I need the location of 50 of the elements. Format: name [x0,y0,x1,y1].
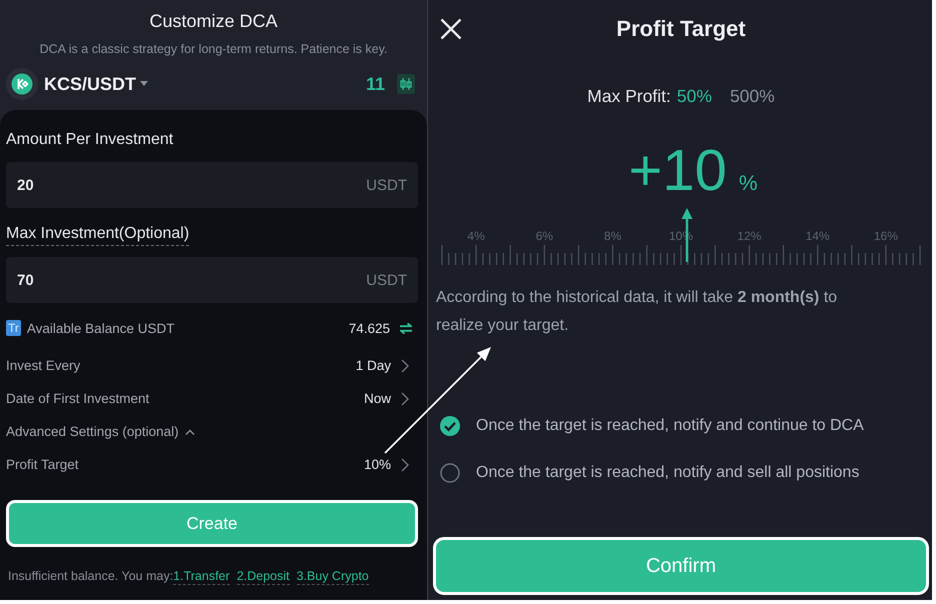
option-label[interactable]: Once the target is reached, notify and continue to DCA [476,417,864,435]
ruler-label: 6% [534,228,554,244]
ruler-label: 4% [466,228,486,244]
max-profit-option[interactable]: 500% [730,84,775,108]
check-circle-icon[interactable] [440,416,460,436]
setting-value[interactable]: 10% [364,457,391,472]
target-value: +10 [628,138,727,204]
max-investment-input[interactable]: 70 USDT [6,257,418,303]
caret-down-icon[interactable] [140,80,148,86]
chevron-right-icon[interactable] [401,392,409,406]
max-profit-option[interactable]: 50% [676,84,712,108]
subtitle-text: DCA is a classic strategy for long-term returns. Patience is key. [38,41,388,58]
ruler-label: 8% [603,228,622,244]
field-label[interactable]: Max Investment(Optional) [6,223,190,246]
trading-pair-selector[interactable]: KCS/USDT [44,74,136,94]
amount-input[interactable]: 20 USDT [6,162,418,208]
coin-logo-icon [6,68,38,100]
action-link[interactable]: 1.Transfer [173,568,230,584]
field-label: Amount Per Investment [6,130,174,150]
candlestick-chart-icon[interactable] [397,74,415,94]
estimate-text: According to the historical data, it will take 2 month(s) to realize your target. [435,288,838,336]
setting-value[interactable]: Now [364,391,391,406]
account-badge: Tr [6,320,21,336]
close-icon[interactable] [440,18,462,40]
setting-label: Invest Every [6,358,82,373]
setting-label: Date of First Investment [6,391,150,406]
advanced-settings-toggle[interactable]: Advanced Settings (optional) [6,424,179,439]
ruler-label: 12% [736,228,762,244]
unit-label: USDT [366,272,407,288]
count-text: 11 [366,74,385,94]
chevron-right-icon[interactable] [401,358,409,372]
setting-label: Profit Target [6,457,80,472]
panel-title: Profit Target [615,15,747,43]
ruler-label: 14% [804,228,831,244]
ruler-label: 16% [872,228,899,244]
radio-circle-icon[interactable] [440,463,460,483]
action-link[interactable]: 2.Deposit [236,568,290,584]
notice-text: Insufficient balance. You may: [8,569,174,583]
option-label[interactable]: Once the target is reached, notify and sell all positions [476,464,860,482]
balance-label: Available Balance USDT [26,320,174,336]
transfer-icon[interactable] [400,322,412,334]
balance-value: 74.625 [348,320,390,336]
target-unit: % [738,172,758,196]
chevron-up-icon[interactable] [184,428,195,434]
setting-value[interactable]: 1 Day [356,358,391,373]
chevron-right-icon[interactable] [401,458,409,472]
page-title: Customize DCA [148,10,279,33]
max-profit-label: Max Profit: [587,85,671,108]
action-link[interactable]: 3.Buy Crypto [296,568,369,584]
unit-label: USDT [366,176,407,194]
